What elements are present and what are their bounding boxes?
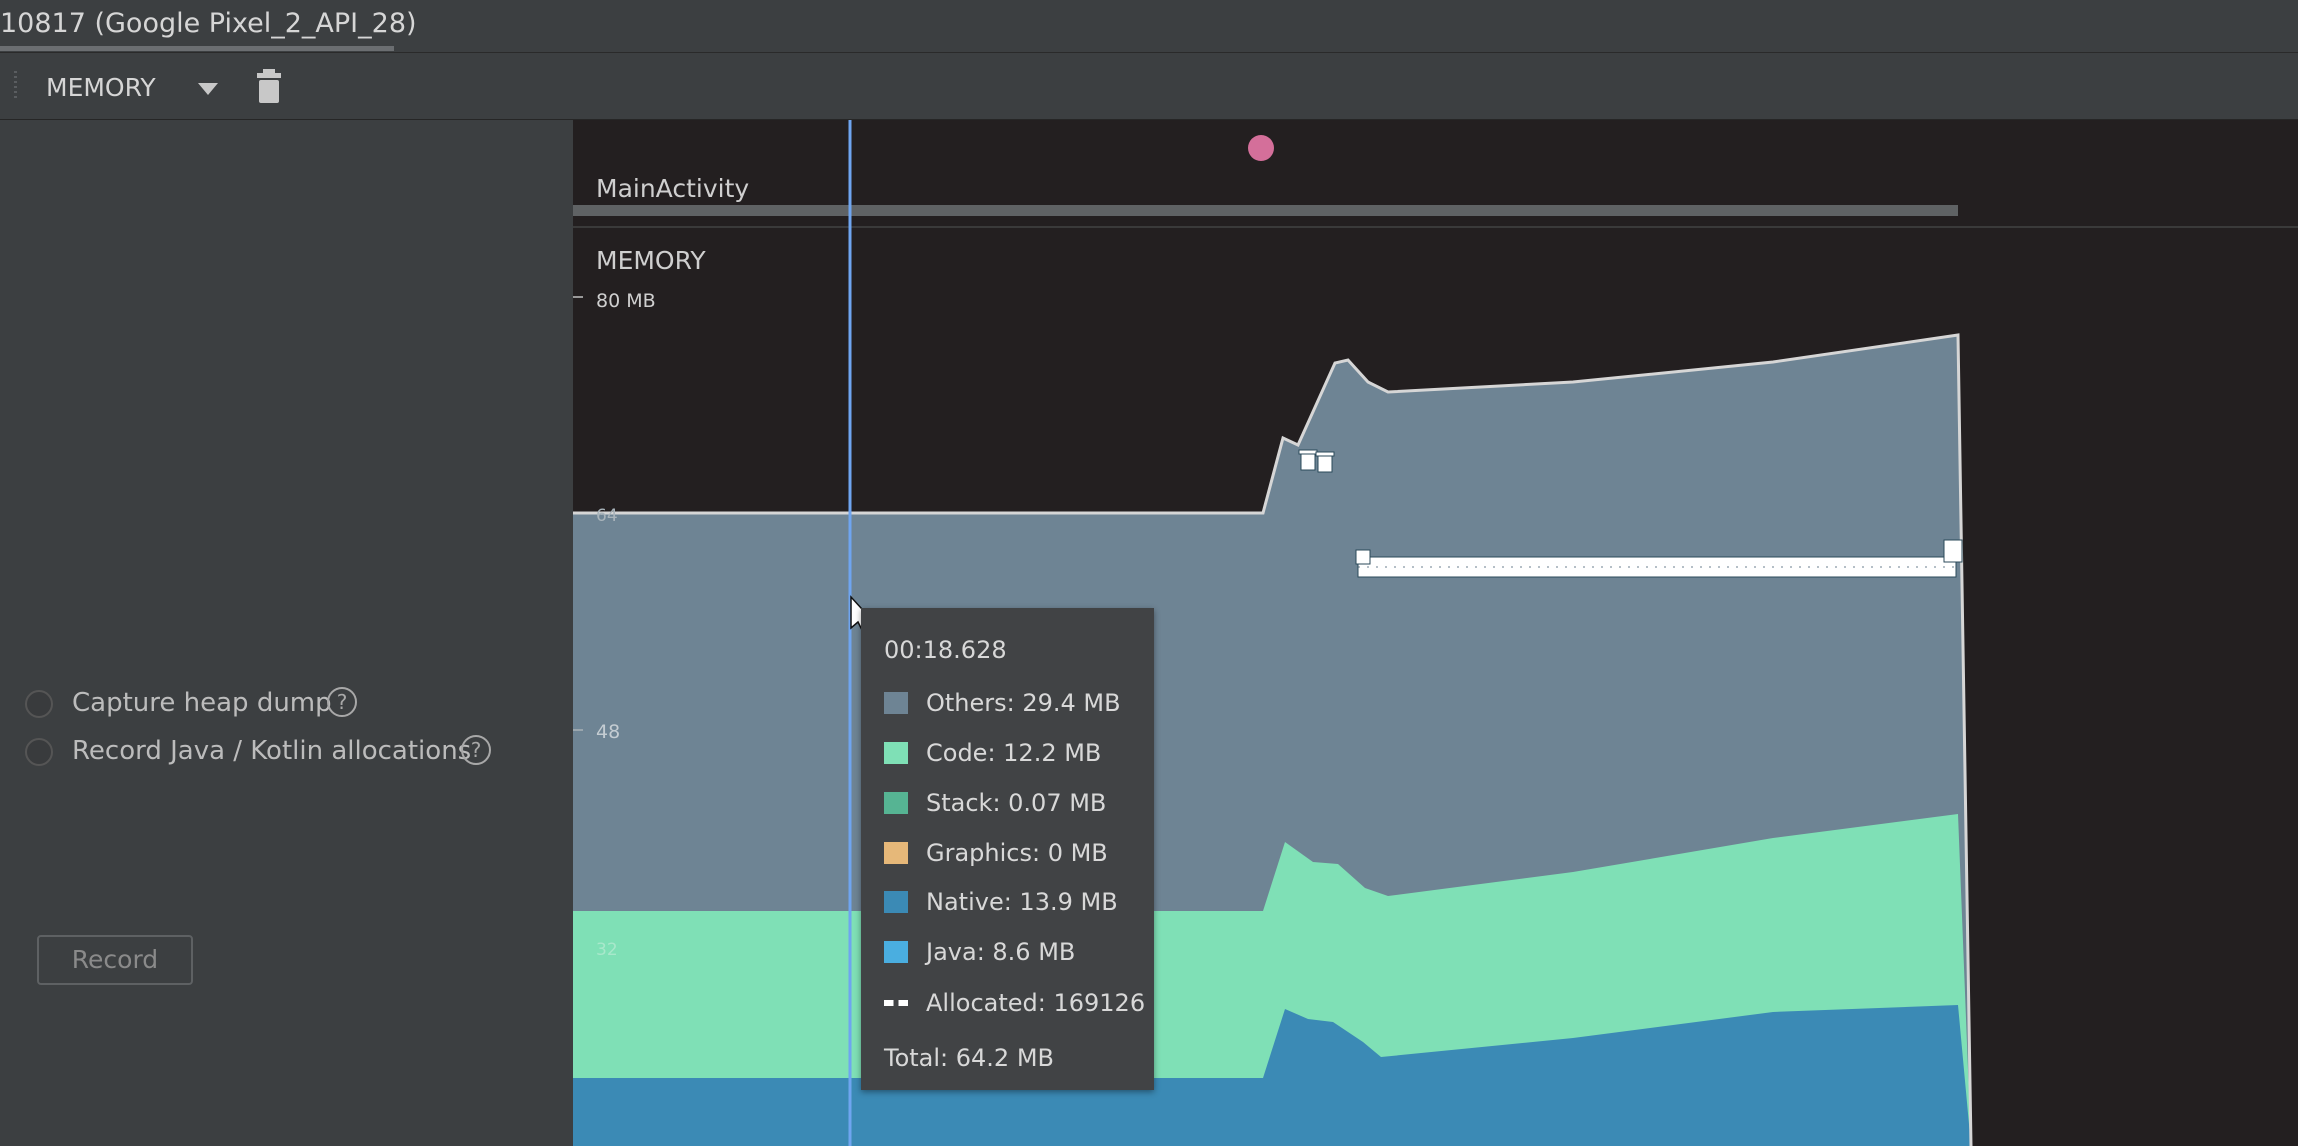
- legend-swatch: [884, 842, 908, 864]
- tooltip-row-label: Others: 29.4 MB: [926, 689, 1121, 717]
- trash-icon[interactable]: [252, 67, 286, 105]
- record-allocations-radio[interactable]: [25, 738, 53, 766]
- tooltip-row-label: Java: 8.6 MB: [926, 938, 1076, 966]
- record-button[interactable]: Record: [37, 935, 193, 985]
- tooltip-row-label: Graphics: 0 MB: [926, 839, 1108, 867]
- legend-swatch: [884, 792, 908, 814]
- tooltip-time: 00:18.628: [884, 636, 1007, 664]
- tooltip-row-label: Stack: 0.07 MB: [926, 789, 1107, 817]
- tooltip-row-label: Native: 13.9 MB: [926, 888, 1118, 916]
- tooltip-total: Total: 64.2 MB: [884, 1044, 1055, 1072]
- legend-swatch: [884, 692, 908, 714]
- legend-swatch: [884, 891, 908, 913]
- allocated-legend-icon: [884, 1000, 908, 1006]
- profiler-toolbar: MEMORY: [0, 53, 2298, 120]
- profiler-selector-dropdown[interactable]: MEMORY: [30, 63, 228, 109]
- window-title: 10817 (Google Pixel_2_API_28): [0, 8, 417, 39]
- toolbar-grip: [14, 71, 17, 101]
- legend-swatch: [884, 742, 908, 764]
- legend-swatch: [884, 941, 908, 963]
- help-icon[interactable]: ?: [461, 735, 491, 765]
- activity-bar[interactable]: [573, 205, 1958, 216]
- memory-timeline[interactable]: MainActivity MEMORY 80 MB 64 48 32: [573, 120, 2298, 1146]
- chevron-down-icon: [198, 83, 218, 95]
- axis-label-48: 48: [596, 721, 620, 743]
- record-allocations-option[interactable]: Record Java / Kotlin allocations ?: [25, 734, 545, 770]
- section-label: MEMORY: [596, 246, 706, 275]
- record-allocations-label: Record Java / Kotlin allocations: [72, 736, 472, 766]
- capture-heap-dump-radio[interactable]: [25, 690, 53, 718]
- help-icon[interactable]: ?: [327, 687, 357, 717]
- activity-label: MainActivity: [596, 174, 749, 203]
- axis-label-64: 64: [596, 506, 618, 526]
- event-dot[interactable]: [1248, 135, 1274, 161]
- tooltip-row-label: Code: 12.2 MB: [926, 739, 1102, 767]
- tooltip-row-label: Allocated: 169126: [926, 989, 1146, 1017]
- title-tab-underline: [0, 46, 394, 51]
- axis-label-32: 32: [596, 940, 618, 960]
- memory-tooltip: 00:18.628 Others: 29.4 MB Code: 12.2 MB St…: [861, 608, 1154, 1090]
- capture-heap-dump-label: Capture heap dump: [72, 688, 332, 718]
- title-bar: 10817 (Google Pixel_2_API_28): [0, 0, 2298, 53]
- memory-chart: MainActivity MEMORY 80 MB 64 48 32: [573, 120, 2298, 1146]
- axis-label-80: 80 MB: [596, 290, 656, 312]
- capture-heap-dump-option[interactable]: Capture heap dump ?: [25, 686, 545, 722]
- profiler-selector-label: MEMORY: [46, 73, 156, 102]
- memory-left-panel: Capture heap dump ? Record Java / Kotlin…: [0, 120, 573, 1146]
